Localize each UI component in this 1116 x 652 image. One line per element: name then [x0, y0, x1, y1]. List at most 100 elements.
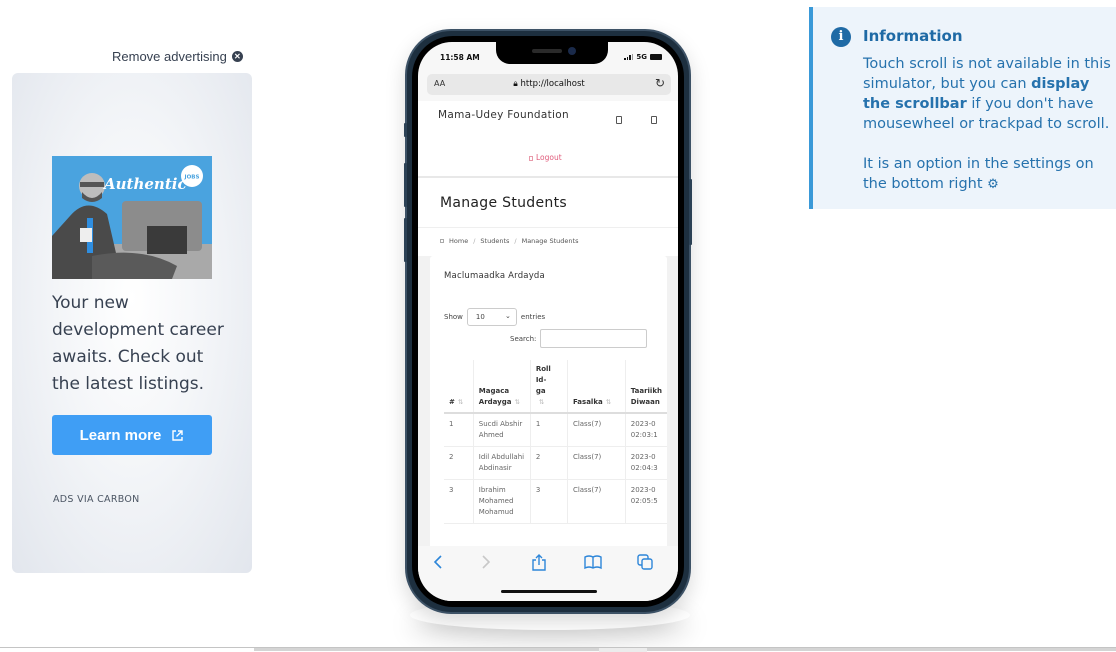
brand-name[interactable]: Mama-Udey Foundation — [438, 109, 569, 121]
col-header-date[interactable]: Taariikh Diwaan — [625, 360, 667, 414]
breadcrumb-home[interactable]: Home — [449, 237, 468, 245]
front-camera — [568, 47, 576, 55]
gear-icon: ⚙ — [987, 177, 999, 192]
ads-via-carbon-link[interactable]: ADS VIA CARBON — [53, 494, 140, 505]
network-label: 5G — [636, 53, 647, 61]
status-time: 11:58 AM — [440, 53, 480, 62]
entries-select[interactable]: 10 ⌄ — [466, 308, 517, 326]
home-icon — [440, 239, 444, 243]
sort-icon: ⇅ — [538, 398, 545, 406]
speaker — [532, 49, 562, 53]
cell-number: 1 — [444, 413, 474, 447]
tabs-icon[interactable] — [637, 554, 653, 574]
safari-toolbar — [418, 546, 678, 601]
status-indicators: 5G — [624, 53, 662, 61]
scrollbar-thumb[interactable] — [599, 648, 647, 652]
header-label: # — [449, 398, 455, 406]
ad-illustration: Authentic JOBS — [52, 156, 212, 279]
logout-link[interactable]: Logout — [529, 153, 562, 162]
forward-icon[interactable] — [480, 554, 492, 574]
sort-icon: ⇅ — [514, 398, 520, 406]
col-header-class[interactable]: Fasalka ⇅ — [567, 360, 626, 414]
power-button — [689, 179, 692, 245]
col-header-roll[interactable]: Roll Id-ga ⇅ — [530, 360, 568, 414]
learn-more-button[interactable]: Learn more — [52, 415, 212, 455]
carbon-ad: Authentic JOBS Your new development care… — [12, 73, 252, 573]
sort-asc-icon: ⇅ — [457, 398, 464, 406]
header-label: Roll Id-ga — [535, 365, 551, 395]
logout-icon — [529, 155, 533, 161]
divider — [418, 227, 678, 228]
share-icon[interactable] — [531, 554, 547, 576]
cell-roll: 2 — [530, 446, 568, 480]
reload-icon[interactable]: ↻ — [655, 76, 665, 90]
info-body: Touch scroll is not available in this si… — [863, 54, 1113, 195]
search-input[interactable] — [540, 329, 648, 348]
volume-down-button — [404, 218, 407, 262]
url-display[interactable]: 🔒︎ http://localhost — [427, 79, 671, 89]
breadcrumb-students[interactable]: Students — [480, 237, 509, 245]
students-table: # ⇅ Magaca Ardayga ⇅ Roll Id-ga⇅ Fasalka ⇅ … — [444, 360, 667, 524]
col-header-name[interactable]: Magaca Ardayga ⇅ — [473, 360, 531, 414]
breadcrumb-separator: / — [473, 237, 476, 245]
mute-switch — [404, 123, 407, 137]
cell-number: 3 — [444, 479, 474, 524]
entries-label: entries — [520, 313, 546, 321]
chevron-down-icon: ⌄ — [505, 312, 511, 320]
entries-value: 10 — [475, 313, 485, 321]
col-header-number[interactable]: # ⇅ — [444, 360, 474, 414]
cell-number: 2 — [444, 446, 474, 480]
phone-screen: 11:58 AM 5G AA 🔒︎ http://localhost ↻ Mam… — [418, 42, 678, 601]
header-label: Magaca Ardayga — [478, 387, 512, 406]
cell-class: Class(7) — [567, 446, 626, 480]
info-panel: i Information Touch scroll is not availa… — [809, 7, 1116, 209]
remove-advertising-label: Remove advertising — [112, 49, 227, 64]
breadcrumb: Home / Students / Manage Students — [440, 237, 578, 245]
learn-more-label: Learn more — [79, 426, 162, 444]
cell-roll: 1 — [530, 413, 568, 447]
ad-image[interactable]: Authentic JOBS — [52, 156, 212, 279]
bookmarks-icon[interactable] — [584, 554, 602, 574]
cell-name: Sucdi Abshir Ahmed — [473, 413, 531, 447]
search-label: Search: — [510, 334, 537, 343]
show-label: Show — [444, 313, 463, 321]
lock-icon: 🔒︎ — [513, 79, 518, 89]
info-paragraph: It is an option in the settings on the b… — [863, 154, 1113, 195]
info-text: It is an option in the settings on the b… — [863, 156, 1094, 192]
ad-image-badge: JOBS — [184, 175, 200, 181]
cell-date: 2023-0 02:03:1 — [625, 413, 667, 447]
cell-class: Class(7) — [567, 413, 626, 447]
header-label: Fasalka — [572, 398, 603, 406]
cell-roll: 3 — [530, 479, 568, 524]
notch — [496, 42, 608, 64]
volume-up-button — [404, 163, 407, 207]
cell-class: Class(7) — [567, 479, 626, 524]
entries-control: Show 10 ⌄ entries — [444, 308, 545, 326]
table-row: 1 Sucdi Abshir Ahmed 1 Class(7) 2023-0 02… — [444, 413, 667, 447]
cell-date: 2023-0 02:05:5 — [625, 479, 667, 524]
cell-name: Idil Abdullahi Abdinasir — [473, 446, 531, 480]
table-header-row: # ⇅ Magaca Ardayga ⇅ Roll Id-ga⇅ Fasalka ⇅ … — [444, 360, 667, 414]
students-card: Maclumaadka Ardayda Show 10 ⌄ entries Se… — [430, 256, 667, 546]
page-title: Manage Students — [440, 195, 567, 211]
info-title: Information — [863, 27, 963, 45]
back-icon[interactable] — [432, 554, 444, 574]
search-control: Search: — [510, 329, 648, 348]
table-row: 2 Idil Abdullahi Abdinasir 2 Class(7) 20… — [444, 446, 667, 480]
signal-icon — [624, 54, 634, 60]
scrollbar-track-left — [0, 648, 254, 652]
breadcrumb-separator: / — [514, 237, 517, 245]
logout-label: Logout — [536, 153, 562, 162]
menu-toggle-icon[interactable] — [616, 116, 622, 124]
cell-date: 2023-0 02:04:3 — [625, 446, 667, 480]
table-row: 3 Ibrahim Mohamed Mohamud 3 Class(7) 202… — [444, 479, 667, 524]
info-icon: i — [831, 27, 851, 47]
ad-image-text: Authentic — [102, 175, 187, 193]
remove-advertising-link[interactable]: Remove advertising ✕ — [112, 49, 243, 64]
horizontal-scrollbar[interactable] — [0, 647, 1116, 652]
user-menu-icon[interactable] — [651, 116, 657, 124]
address-bar[interactable]: AA 🔒︎ http://localhost ↻ — [427, 74, 671, 95]
external-link-icon — [172, 429, 184, 441]
home-indicator — [501, 590, 597, 593]
url-text: http://localhost — [520, 79, 585, 89]
